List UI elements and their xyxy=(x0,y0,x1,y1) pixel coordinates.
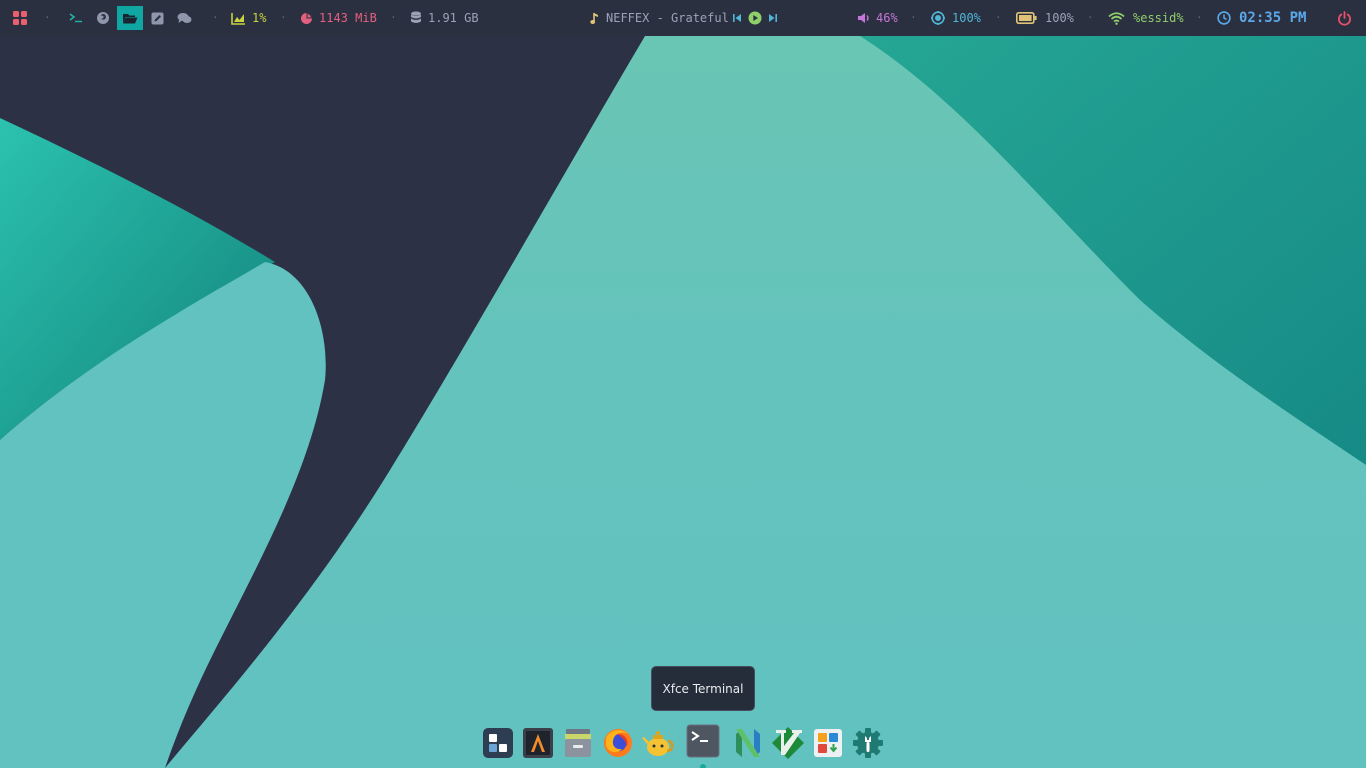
power-icon xyxy=(1337,10,1352,26)
separator-dot: · xyxy=(995,11,1002,24)
chat-bubbles-icon xyxy=(177,12,192,24)
dock-item-settings[interactable] xyxy=(851,726,885,760)
workspace-firefox[interactable] xyxy=(90,6,116,30)
disk-usage: 1.91 GB xyxy=(410,0,479,36)
dock-item-firefox[interactable] xyxy=(601,726,635,760)
music-note-icon xyxy=(590,12,600,25)
grid-menu-icon xyxy=(12,10,28,26)
dock-item-app-grid[interactable] xyxy=(481,726,515,760)
clock-time: 02:35 PM xyxy=(1239,10,1307,26)
separator-dot: · xyxy=(1087,11,1094,24)
skip-next-icon xyxy=(768,13,778,23)
volume-control[interactable]: 46% xyxy=(857,0,898,36)
music-play-button[interactable] xyxy=(748,0,762,36)
clock[interactable]: 02:35 PM xyxy=(1217,0,1306,36)
brightness-value: 100% xyxy=(952,11,981,25)
dock-item-vim[interactable] xyxy=(771,726,805,760)
speaker-icon xyxy=(857,12,870,24)
dock-item-teapot[interactable] xyxy=(641,726,675,760)
clock-icon xyxy=(1217,11,1231,25)
memory-value: 1143 MiB xyxy=(319,11,377,25)
firefox-icon xyxy=(96,11,110,25)
vim-icon xyxy=(772,727,804,759)
dock-item-archive-manager[interactable] xyxy=(561,726,595,760)
brightness-control[interactable]: 100% xyxy=(931,0,981,36)
teapot-icon xyxy=(642,731,674,756)
neovim-icon xyxy=(736,729,760,757)
app-menu-button[interactable] xyxy=(12,0,28,36)
settings-gear-icon xyxy=(853,728,883,758)
tooltip-text: Xfce Terminal xyxy=(662,681,744,696)
music-track: NEFFEX - Grateful xyxy=(606,11,729,25)
wifi-icon xyxy=(1108,11,1125,25)
workspace-chat[interactable] xyxy=(171,6,197,30)
separator-dot: · xyxy=(44,11,51,24)
memory-usage: 1143 MiB xyxy=(300,0,377,36)
terminal-icon xyxy=(686,724,720,758)
pencil-square-icon xyxy=(151,12,164,25)
music-previous-button[interactable] xyxy=(732,0,742,36)
wifi-essid: %essid% xyxy=(1133,11,1184,25)
workspace-terminal[interactable] xyxy=(63,6,89,30)
wifi-status[interactable]: %essid% xyxy=(1108,0,1184,36)
dock-item-software-store[interactable] xyxy=(811,726,845,760)
power-button[interactable] xyxy=(1337,0,1352,36)
running-indicator xyxy=(700,764,706,768)
cpu-value: 1% xyxy=(252,11,267,25)
cpu-usage: 1% xyxy=(231,0,266,36)
database-icon xyxy=(410,11,422,25)
workspace-files[interactable] xyxy=(117,6,143,30)
music-player: NEFFEX - Grateful xyxy=(590,0,729,36)
store-icon xyxy=(814,729,842,757)
firefox-icon xyxy=(604,729,632,757)
play-circle-icon xyxy=(748,11,762,25)
dock-item-xfce-terminal[interactable] xyxy=(686,724,720,758)
workspace-editor[interactable] xyxy=(144,6,170,30)
dock-item-neovim[interactable] xyxy=(731,726,765,760)
alacritty-icon xyxy=(523,728,553,758)
separator-dot: · xyxy=(1196,11,1203,24)
top-panel: · · 1% · 1143 MiB · 1.91 GB NEFFEX - Gra… xyxy=(0,0,1366,36)
dock-tooltip: Xfce Terminal xyxy=(651,666,755,711)
separator-dot: · xyxy=(390,11,397,24)
dock-item-alacritty[interactable] xyxy=(521,726,555,760)
app-grid-icon xyxy=(483,728,513,758)
desktop-wallpaper xyxy=(0,0,1366,768)
terminal-icon xyxy=(69,12,83,24)
separator-dot: · xyxy=(910,11,917,24)
separator-dot: · xyxy=(280,11,287,24)
skip-previous-icon xyxy=(732,13,742,23)
battery-status: 100% xyxy=(1016,0,1074,36)
battery-value: 100% xyxy=(1045,11,1074,25)
music-next-button[interactable] xyxy=(768,0,778,36)
folder-open-icon xyxy=(122,12,138,25)
pie-chart-icon xyxy=(300,12,313,25)
volume-value: 46% xyxy=(876,11,898,25)
separator-dot: · xyxy=(212,11,219,24)
disk-value: 1.91 GB xyxy=(428,11,479,25)
chart-area-icon xyxy=(231,12,246,25)
brightness-icon xyxy=(931,11,945,25)
battery-full-icon xyxy=(1016,12,1037,24)
archive-icon xyxy=(565,729,591,757)
